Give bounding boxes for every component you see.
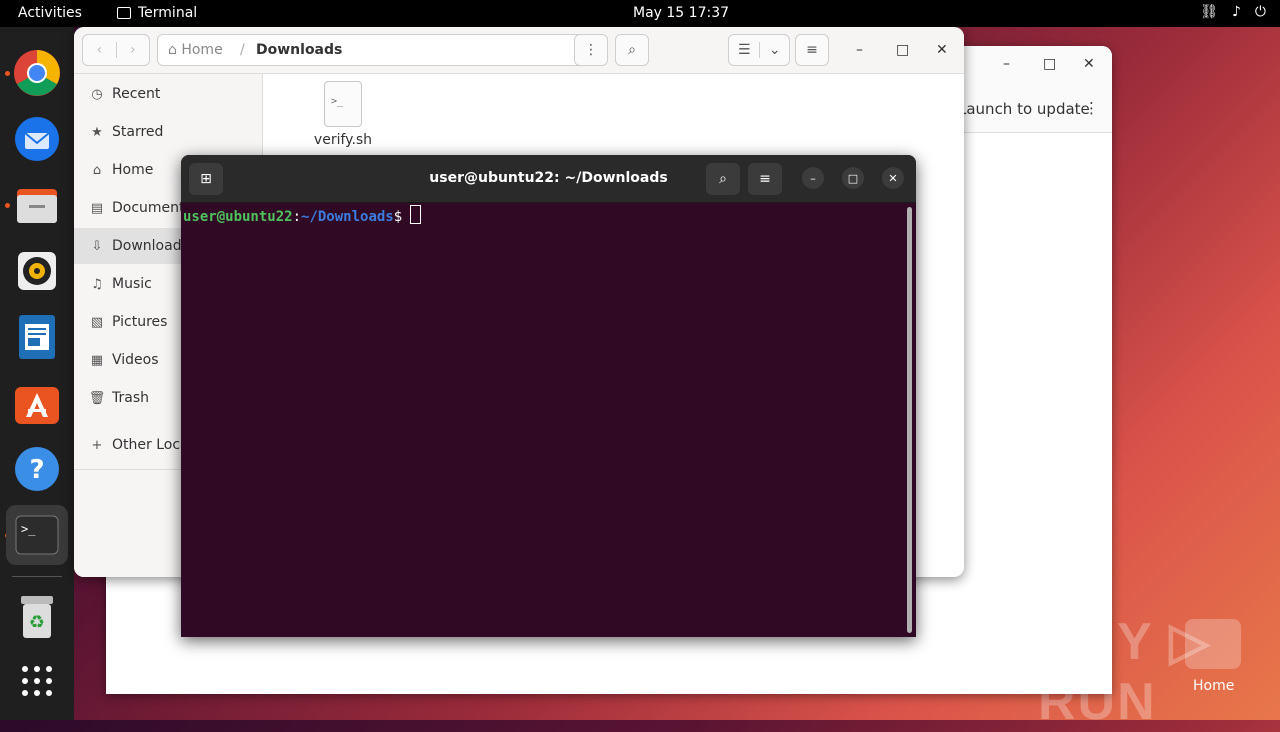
terminal-prompt[interactable]: user@ubuntu22:~/Downloads$ [183, 205, 422, 225]
svg-text:>_: >_ [21, 522, 36, 536]
sidebar-item-label: Trash [112, 390, 149, 406]
minimize-button[interactable]: – [856, 42, 863, 58]
chrome-icon[interactable] [13, 49, 61, 97]
show-apps-icon[interactable] [13, 657, 61, 705]
launch-to-update-label: Launch to update [958, 100, 1090, 118]
network-icon[interactable]: ⛓ [1200, 4, 1218, 20]
file-item[interactable]: >_ verify.sh [302, 81, 384, 148]
app-menu[interactable]: Terminal [117, 5, 197, 21]
close-button[interactable]: ✕ [1083, 56, 1095, 72]
forward-icon[interactable]: › [117, 42, 150, 58]
path-current[interactable]: Downloads [256, 42, 342, 58]
volume-icon[interactable]: ♪ [1232, 4, 1241, 20]
svg-text:?: ? [29, 455, 44, 485]
plus-icon: + [91, 437, 103, 453]
hamburger-menu-icon[interactable]: ≡ [795, 34, 829, 66]
home-icon: ⌂ [92, 162, 102, 178]
close-button[interactable]: ✕ [882, 167, 904, 189]
terminal-headerbar: ⊞ user@ubuntu22: ~/Downloads ⌕ ≡ – □ ✕ [181, 155, 916, 203]
app-center-icon[interactable] [13, 379, 61, 427]
maximize-button[interactable]: □ [1043, 56, 1056, 72]
thunderbird-icon[interactable] [13, 115, 61, 163]
system-tray[interactable]: ⛓ ♪ ⏻ [1200, 4, 1266, 20]
power-icon[interactable]: ⏻ [1255, 4, 1266, 20]
view-toggle: ☰ ⌄ [728, 34, 790, 66]
sidebar-item-starred[interactable]: ★ Starred [74, 114, 262, 150]
maximize-button[interactable]: □ [842, 167, 864, 189]
app-menu-label: Terminal [138, 5, 198, 21]
files-headerbar: ‹ › ⌂ Home / Downloads ⋮ ⌕ ☰ ⌄ ≡ – □ ✕ [74, 27, 964, 74]
sidebar-item-label: Starred [112, 124, 164, 140]
path-home[interactable]: ⌂ Home [168, 42, 223, 58]
minimize-button[interactable]: – [1003, 56, 1010, 72]
path-bar: ⌂ Home / Downloads [157, 34, 607, 66]
trash-icon[interactable]: ♻ [13, 593, 61, 641]
video-icon: ▦ [90, 352, 104, 368]
prompt-user: user@ubuntu22 [183, 209, 293, 225]
search-icon[interactable]: ⌕ [706, 163, 740, 195]
sidebar-item-label: Home [112, 162, 154, 178]
sidebar-item-label: Music [112, 276, 152, 292]
script-file-icon: >_ [324, 81, 362, 127]
svg-text:♻: ♻ [29, 612, 45, 633]
activities-button[interactable]: Activities [18, 5, 82, 21]
minimize-button[interactable]: – [802, 167, 824, 189]
top-bar: Activities Terminal May 15 17:37 ⛓ ♪ ⏻ [0, 0, 1280, 27]
sidebar-item-label: Pictures [112, 314, 168, 330]
hamburger-menu-icon[interactable]: ≡ [748, 163, 782, 195]
clock-icon: ◷ [91, 86, 103, 102]
sidebar-item-label: Downloads [112, 238, 189, 254]
trash-icon: 🗑 [88, 390, 106, 406]
maximize-button[interactable]: □ [896, 42, 909, 58]
music-icon: ♫ [91, 276, 103, 292]
path-separator: / [240, 42, 245, 58]
running-indicator [5, 203, 10, 208]
kebab-menu-icon[interactable]: ⋮ [1084, 99, 1099, 117]
picture-icon: ▧ [90, 314, 104, 330]
files-icon[interactable] [13, 181, 61, 229]
help-icon[interactable]: ? [13, 445, 61, 493]
writer-icon[interactable] [13, 313, 61, 361]
terminal-app-icon [117, 7, 131, 19]
sidebar-item-label: Recent [112, 86, 161, 102]
back-icon[interactable]: ‹ [83, 42, 117, 58]
sidebar-item-recent[interactable]: ◷ Recent [74, 76, 262, 112]
terminal-scrollbar[interactable] [907, 207, 912, 633]
sidebar-item-label: Videos [112, 352, 159, 368]
prompt-path: ~/Downloads [301, 209, 394, 225]
search-icon[interactable]: ⌕ [615, 34, 649, 66]
list-view-icon[interactable]: ☰ [729, 42, 761, 58]
close-button[interactable]: ✕ [936, 42, 948, 58]
dock-separator [12, 576, 62, 577]
terminal-icon[interactable]: >_ [6, 505, 68, 565]
chevron-down-icon[interactable]: ⌄ [760, 42, 789, 58]
path-menu-icon[interactable]: ⋮ [574, 34, 608, 66]
running-indicator [5, 71, 10, 76]
document-icon: ▤ [90, 200, 104, 216]
nav-buttons: ‹ › [82, 34, 150, 66]
rhythmbox-icon[interactable] [13, 247, 61, 295]
download-icon: ⇩ [91, 238, 103, 254]
terminal-window: ⊞ user@ubuntu22: ~/Downloads ⌕ ≡ – □ ✕ u… [181, 155, 916, 637]
clock[interactable]: May 15 17:37 [633, 5, 729, 21]
sidebar-item-label: Documents [112, 200, 192, 216]
prompt-dollar: $ [393, 209, 403, 225]
file-name: verify.sh [313, 132, 373, 148]
star-icon: ★ [91, 124, 103, 140]
dock: ? >_ ♻ [0, 27, 74, 720]
text-cursor [410, 205, 422, 224]
